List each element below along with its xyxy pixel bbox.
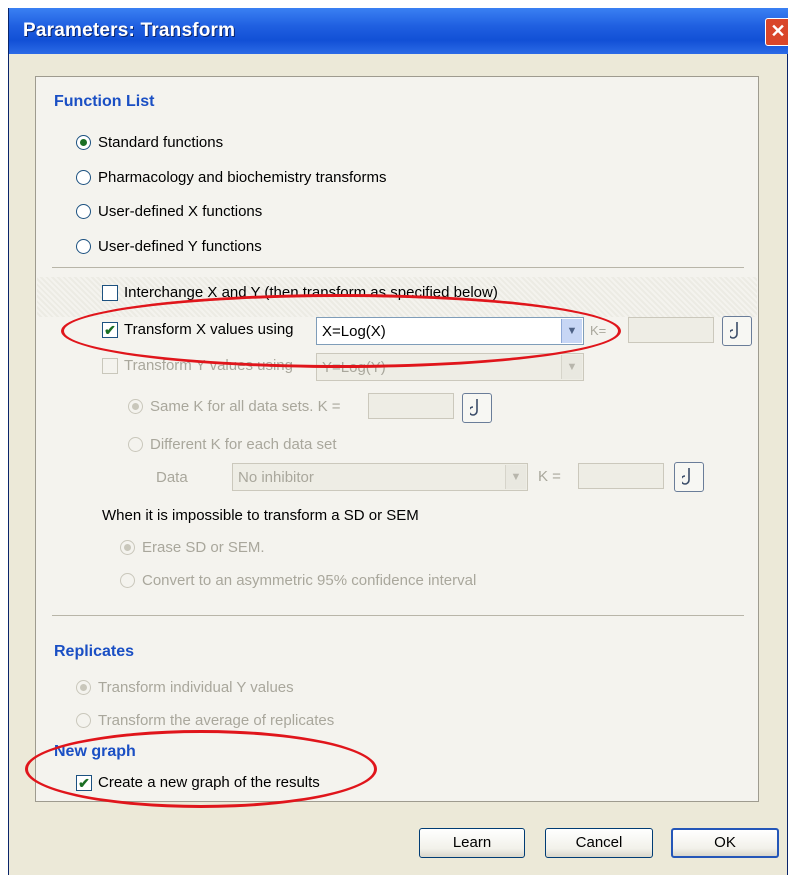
title-bar: Parameters: Transform ✕ — [9, 8, 788, 54]
hook-icon — [470, 399, 478, 416]
close-icon: ✕ — [770, 21, 786, 41]
radio-user-defined-x[interactable] — [76, 204, 91, 219]
window-title: Parameters: Transform — [23, 20, 236, 41]
transform-x-k-button[interactable] — [722, 316, 752, 346]
erase-sd-sem-label: Erase SD or SEM. — [142, 539, 265, 556]
radio-standard-functions-label: Standard functions — [98, 134, 224, 151]
dialog-window: Parameters: Transform ✕ Function List St… — [8, 8, 788, 875]
ok-button[interactable]: OK — [671, 828, 779, 858]
data-label: Data — [156, 469, 188, 486]
annotation-ellipse-new-graph — [25, 730, 377, 808]
interchange-checkbox[interactable] — [102, 285, 118, 301]
data-k-button[interactable] — [674, 462, 704, 492]
data-k-label: K = — [538, 468, 561, 485]
replicates-title: Replicates — [54, 643, 135, 660]
convert-ci-label: Convert to an asymmetric 95% confidence … — [142, 572, 477, 589]
radio-pharmacology-transforms-label: Pharmacology and biochemistry transforms — [98, 169, 387, 186]
hook-icon — [682, 468, 690, 485]
radio-user-defined-y[interactable] — [76, 239, 91, 254]
data-k-input[interactable] — [578, 463, 664, 489]
sd-sem-heading: When it is impossible to transform a SD … — [102, 507, 419, 524]
transform-x-k-input[interactable] — [628, 317, 714, 343]
radio-individual-y[interactable] — [76, 680, 91, 695]
average-replicates-label: Transform the average of replicates — [98, 712, 335, 729]
different-k-label: Different K for each data set — [150, 436, 337, 453]
separator — [52, 615, 744, 616]
data-value: No inhibitor — [238, 469, 314, 486]
radio-same-k[interactable] — [128, 399, 143, 414]
learn-button[interactable]: Learn — [419, 828, 525, 858]
cancel-button[interactable]: Cancel — [545, 828, 653, 858]
parameters-panel: Function List Standard functions Pharmac… — [35, 76, 759, 802]
radio-erase-sd-sem[interactable] — [120, 540, 135, 555]
radio-average-replicates[interactable] — [76, 713, 91, 728]
radio-convert-ci[interactable] — [120, 573, 135, 588]
chevron-down-icon[interactable]: ▼ — [505, 465, 526, 489]
same-k-label: Same K for all data sets. K = — [150, 398, 341, 415]
chevron-down-icon[interactable]: ▼ — [561, 355, 582, 379]
annotation-ellipse-transform-x — [61, 294, 621, 368]
same-k-input[interactable] — [368, 393, 454, 419]
radio-different-k[interactable] — [128, 437, 143, 452]
radio-standard-functions[interactable] — [76, 135, 91, 150]
function-list-title: Function List — [54, 93, 155, 110]
separator — [52, 267, 744, 268]
radio-pharmacology-transforms[interactable] — [76, 170, 91, 185]
individual-y-label: Transform individual Y values — [98, 679, 294, 696]
transform-y-checkbox[interactable] — [102, 358, 118, 374]
close-button[interactable]: ✕ — [765, 18, 788, 46]
radio-user-defined-x-label: User-defined X functions — [98, 203, 263, 220]
hook-icon — [730, 322, 738, 339]
data-select[interactable]: No inhibitor ▼ — [232, 463, 528, 491]
same-k-button[interactable] — [462, 393, 492, 423]
radio-user-defined-y-label: User-defined Y functions — [98, 238, 262, 255]
